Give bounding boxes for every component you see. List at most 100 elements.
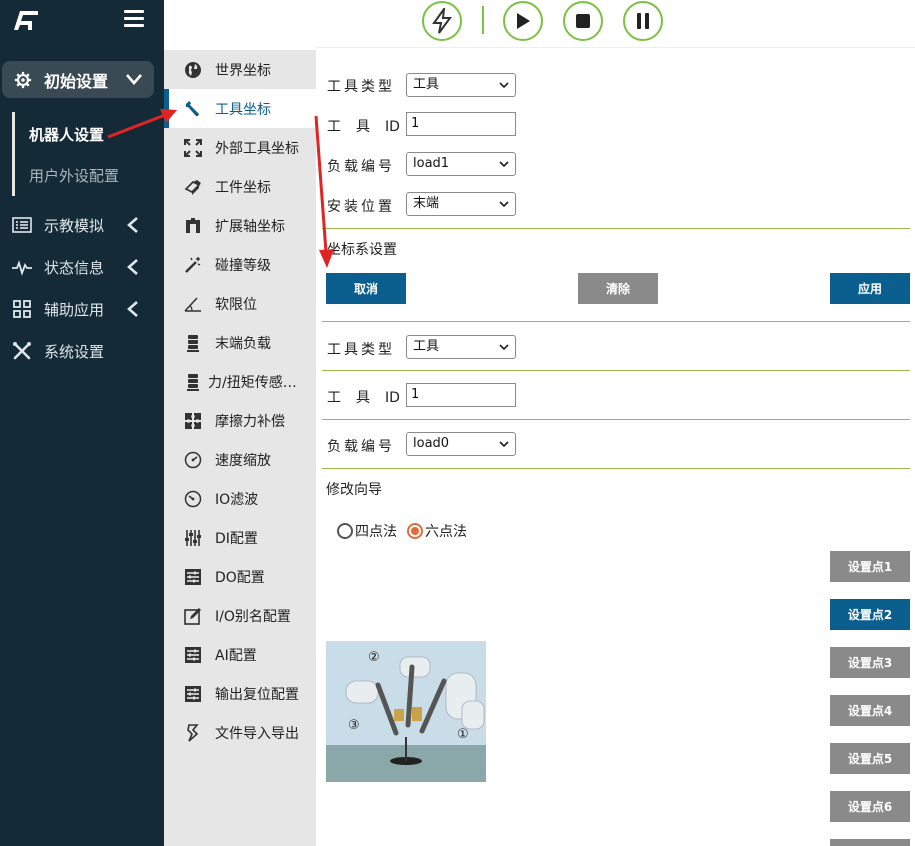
edit-icon — [184, 607, 201, 625]
submenu-ext-axis-coord[interactable]: 扩展轴坐标 — [164, 206, 316, 245]
set-point-next-button[interactable] — [830, 839, 910, 846]
submenu-io-filter[interactable]: IO滤波 — [164, 479, 316, 518]
chevron-down-icon — [126, 74, 142, 85]
tool-type-value-2: 工具 — [413, 339, 440, 354]
radio-selected-icon — [407, 523, 423, 539]
marker-1: ① — [457, 727, 469, 742]
angle-icon — [184, 296, 201, 312]
nav-sub-robot-settings[interactable]: 机器人设置 — [29, 124, 104, 145]
pause-button[interactable] — [623, 1, 663, 41]
clear-button[interactable]: 清除 — [578, 273, 658, 304]
nav-item-system-settings[interactable]: 系统设置 — [0, 336, 164, 366]
submenu-collision-level[interactable]: 碰撞等级 — [164, 245, 316, 284]
nav-item-aux-apps[interactable]: 辅助应用 — [0, 294, 164, 324]
marker-3: ③ — [348, 718, 360, 733]
puzzle-icon — [185, 412, 201, 429]
stop-icon — [576, 14, 590, 28]
set-point-3-button[interactable]: 设置点3 — [830, 647, 910, 678]
submenu-tool-coord[interactable]: 工具坐标 — [164, 89, 316, 128]
tool-id-input[interactable]: 1 — [406, 112, 516, 136]
mount-position-select[interactable]: 末端 — [406, 192, 516, 216]
nav-item-status-info[interactable]: 状态信息 — [0, 252, 164, 282]
nav-item-label: 示教模拟 — [44, 216, 105, 235]
radio-four-point[interactable]: 四点法 — [337, 521, 397, 541]
nav-item-teach-sim[interactable]: 示教模拟 — [0, 210, 164, 240]
play-button[interactable] — [503, 1, 543, 41]
pause-icon — [637, 13, 649, 29]
submenu-output-reset[interactable]: 输出复位配置 — [164, 674, 316, 713]
chevron-left-icon — [127, 301, 138, 317]
load-no-label: 负载编号 — [327, 159, 395, 175]
submenu-workpiece-coord[interactable]: 工件坐标 — [164, 167, 316, 206]
expand-icon — [184, 138, 202, 157]
chevron-left-icon — [127, 217, 138, 233]
submenu-world-coord[interactable]: 世界坐标 — [164, 50, 316, 89]
submenu-label: 末端负载 — [215, 335, 271, 352]
submenu-end-load[interactable]: 末端负载 — [164, 323, 316, 362]
set-point-6-button[interactable]: 设置点6 — [830, 791, 910, 822]
sliders-icon — [185, 529, 201, 546]
cancel-button[interactable]: 取消 — [326, 273, 406, 304]
hamburger-icon[interactable] — [124, 10, 144, 28]
magic-wand-icon — [185, 256, 201, 273]
load-no-select-2[interactable]: load0 — [406, 432, 516, 456]
stop-button[interactable] — [563, 1, 603, 41]
submenu-label: 力/扭矩传感… — [208, 374, 297, 391]
radio-six-point[interactable]: 六点法 — [407, 521, 467, 541]
nav-init-settings[interactable]: 初始设置 — [2, 61, 154, 98]
wrench-icon — [186, 100, 199, 116]
set-point-5-button[interactable]: 设置点5 — [830, 743, 910, 774]
gauge-icon — [184, 451, 202, 468]
submenu-label: 软限位 — [215, 296, 257, 313]
set-point-1-button[interactable]: 设置点1 — [830, 551, 910, 582]
submenu-speed-scale[interactable]: 速度缩放 — [164, 440, 316, 479]
radio-unselected-icon — [337, 523, 353, 539]
submenu-ext-tool-coord[interactable]: 外部工具坐标 — [164, 128, 316, 167]
chevron-down-icon — [499, 441, 509, 448]
submenu-friction-comp[interactable]: 摩擦力补偿 — [164, 401, 316, 440]
submenu-label: 工件坐标 — [215, 179, 271, 196]
load-no-value-2: load0 — [413, 436, 450, 451]
radio-four-point-label: 四点法 — [355, 524, 397, 540]
submenu-di-config[interactable]: DI配置 — [164, 518, 316, 557]
section-divider — [322, 228, 910, 229]
submenu-label: 工具坐标 — [215, 101, 271, 118]
tool-type-select-2[interactable]: 工具 — [406, 335, 516, 359]
enable-button[interactable] — [422, 1, 462, 41]
wizard-title: 修改向导 — [326, 482, 382, 498]
marker-2: ② — [368, 650, 380, 665]
submenu-file-import-export[interactable]: 文件导入导出 — [164, 713, 316, 752]
submenu-io-alias[interactable]: I/O别名配置 — [164, 596, 316, 635]
nav-item-label: 辅助应用 — [44, 300, 105, 319]
set-point-4-button[interactable]: 设置点4 — [830, 695, 910, 726]
submenu-label: AI配置 — [215, 647, 257, 664]
load-no-select[interactable]: load1 — [406, 152, 516, 176]
submenu-label: 碰撞等级 — [215, 257, 271, 274]
submenu-do-config[interactable]: DO配置 — [164, 557, 316, 596]
submenu-label: 摩擦力补偿 — [215, 413, 285, 430]
logo-icon[interactable] — [12, 9, 40, 31]
section-divider — [322, 468, 910, 469]
tool-id-label-2: 工具ID — [327, 390, 400, 406]
globe-icon — [185, 61, 201, 78]
tool-id-input-2[interactable]: 1 — [406, 383, 516, 407]
control-toolbar — [316, 0, 915, 48]
tools-icon — [13, 342, 31, 360]
tool-type-select[interactable]: 工具 — [406, 73, 516, 97]
file-icon — [187, 723, 199, 742]
set-point-2-button[interactable]: 设置点2 — [830, 599, 910, 630]
robot-tcp-illustration: ② ③ ① — [326, 641, 486, 782]
sliders-icon — [185, 646, 201, 663]
gear-icon — [14, 71, 32, 88]
settings-submenu: 世界坐标 工具坐标 外部工具坐标 工件坐标 扩展轴坐标 碰撞等级 软限位 末端负… — [164, 50, 316, 846]
play-icon — [517, 13, 530, 29]
chevron-down-icon — [499, 201, 509, 208]
submenu-ft-sensor[interactable]: 力/扭矩传感… — [164, 362, 316, 401]
nav-sub-divider — [12, 112, 15, 196]
submenu-soft-limit[interactable]: 软限位 — [164, 284, 316, 323]
pulse-icon — [12, 260, 32, 276]
nav-sub-user-peripheral[interactable]: 用户外设配置 — [29, 165, 119, 186]
chevron-down-icon — [499, 344, 509, 351]
apply-button[interactable]: 应用 — [830, 273, 910, 304]
submenu-ai-config[interactable]: AI配置 — [164, 635, 316, 674]
